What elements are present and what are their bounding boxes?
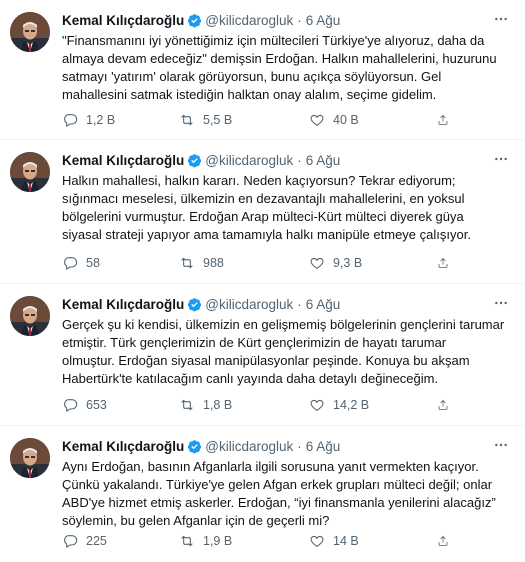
author-name[interactable]: Kemal Kılıçdaroğlu xyxy=(62,297,184,312)
reply-icon xyxy=(64,399,78,412)
tweet[interactable]: Kemal Kılıçdaroğlu @kilicdarogluk · 6 Ağ… xyxy=(0,284,525,426)
reply-button[interactable]: 653 xyxy=(62,396,179,414)
share-button[interactable] xyxy=(437,254,457,272)
tweet-actions: 653 1,8 B 14,2 B xyxy=(62,396,511,414)
retweet-icon xyxy=(181,535,193,547)
share-icon xyxy=(438,535,448,546)
tweet[interactable]: Kemal Kılıçdaroğlu @kilicdarogluk · 6 Ağ… xyxy=(0,140,525,284)
reply-button[interactable]: 1,2 B xyxy=(62,111,179,129)
share-icon xyxy=(438,257,448,268)
heart-icon xyxy=(310,114,324,126)
retweet-count: 1,9 B xyxy=(203,534,233,548)
separator-dot: · xyxy=(297,296,302,312)
share-icon xyxy=(438,399,448,410)
reply-button[interactable]: 225 xyxy=(62,532,179,550)
author-name[interactable]: Kemal Kılıçdaroğlu xyxy=(62,439,184,454)
like-count: 40 B xyxy=(333,113,359,127)
like-button[interactable]: 14,2 B xyxy=(309,396,437,414)
avatar[interactable] xyxy=(10,152,50,192)
tweet-timestamp[interactable]: 6 Ağu xyxy=(306,13,341,28)
author-name[interactable]: Kemal Kılıçdaroğlu xyxy=(62,13,184,28)
share-icon xyxy=(438,114,448,125)
tweet-actions: 1,2 B 5,5 B 40 B xyxy=(62,111,511,129)
reply-count: 1,2 B xyxy=(86,113,116,127)
like-button[interactable]: 40 B xyxy=(309,111,437,129)
author-handle[interactable]: @kilicdarogluk xyxy=(205,439,293,454)
tweet-actions: 225 1,9 B 14 B xyxy=(62,532,511,550)
retweet-count: 1,8 B xyxy=(203,398,233,412)
tweet-timestamp[interactable]: 6 Ağu xyxy=(306,439,341,454)
share-button[interactable] xyxy=(437,111,457,129)
verified-badge-icon xyxy=(188,153,202,167)
retweet-count: 988 xyxy=(203,256,224,270)
heart-icon xyxy=(310,257,324,269)
like-count: 14,2 B xyxy=(333,398,370,412)
tweet-feed: Kemal Kılıçdaroğlu @kilicdarogluk · 6 Ağ… xyxy=(0,0,525,562)
reply-button[interactable]: 58 xyxy=(62,254,179,272)
verified-badge-icon xyxy=(188,439,202,453)
tweet[interactable]: Kemal Kılıçdaroğlu @kilicdarogluk · 6 Ağ… xyxy=(0,0,525,140)
more-icon[interactable] xyxy=(491,150,511,168)
heart-icon xyxy=(310,399,324,411)
retweet-icon xyxy=(181,257,193,269)
tweet-text: "Finansmanını iyi yönettiğimiz için mült… xyxy=(62,33,497,102)
share-button[interactable] xyxy=(437,396,457,414)
reply-count: 58 xyxy=(86,256,100,270)
like-button[interactable]: 9,3 B xyxy=(309,254,437,272)
retweet-icon xyxy=(181,114,193,126)
separator-dot: · xyxy=(297,152,302,168)
tweet-timestamp[interactable]: 6 Ağu xyxy=(306,297,341,312)
avatar[interactable] xyxy=(10,438,50,478)
tweet-text: Halkın mahallesi, halkın kararı. Neden k… xyxy=(62,173,471,242)
separator-dot: · xyxy=(297,12,302,28)
tweet-actions: 58 988 9,3 B xyxy=(62,254,511,272)
reply-icon xyxy=(64,257,78,270)
verified-badge-icon xyxy=(188,13,202,27)
more-icon[interactable] xyxy=(491,10,511,28)
like-button[interactable]: 14 B xyxy=(309,532,437,550)
tweet[interactable]: Kemal Kılıçdaroğlu @kilicdarogluk · 6 Ağ… xyxy=(0,426,525,562)
avatar[interactable] xyxy=(10,296,50,336)
separator-dot: · xyxy=(297,438,302,454)
verified-badge-icon xyxy=(188,297,202,311)
retweet-count: 5,5 B xyxy=(203,113,233,127)
heart-icon xyxy=(310,535,324,547)
author-handle[interactable]: @kilicdarogluk xyxy=(205,153,293,168)
retweet-button[interactable]: 1,9 B xyxy=(179,532,309,550)
like-count: 9,3 B xyxy=(333,256,363,270)
author-name[interactable]: Kemal Kılıçdaroğlu xyxy=(62,153,184,168)
more-icon[interactable] xyxy=(491,436,511,454)
reply-icon xyxy=(64,535,78,548)
more-icon[interactable] xyxy=(491,294,511,312)
tweet-timestamp[interactable]: 6 Ağu xyxy=(306,153,341,168)
reply-count: 653 xyxy=(86,398,107,412)
reply-count: 225 xyxy=(86,534,107,548)
reply-icon xyxy=(64,114,78,127)
share-button[interactable] xyxy=(437,532,457,550)
author-handle[interactable]: @kilicdarogluk xyxy=(205,13,293,28)
like-count: 14 B xyxy=(333,534,359,548)
tweet-text: Gerçek şu ki kendisi, ülkemizin en geliş… xyxy=(62,317,505,386)
retweet-button[interactable]: 988 xyxy=(179,254,309,272)
retweet-button[interactable]: 5,5 B xyxy=(179,111,309,129)
avatar[interactable] xyxy=(10,12,50,52)
retweet-icon xyxy=(181,399,193,411)
retweet-button[interactable]: 1,8 B xyxy=(179,396,309,414)
tweet-text: Aynı Erdoğan, basının Afganlarla ilgili … xyxy=(62,459,496,528)
author-handle[interactable]: @kilicdarogluk xyxy=(205,297,293,312)
